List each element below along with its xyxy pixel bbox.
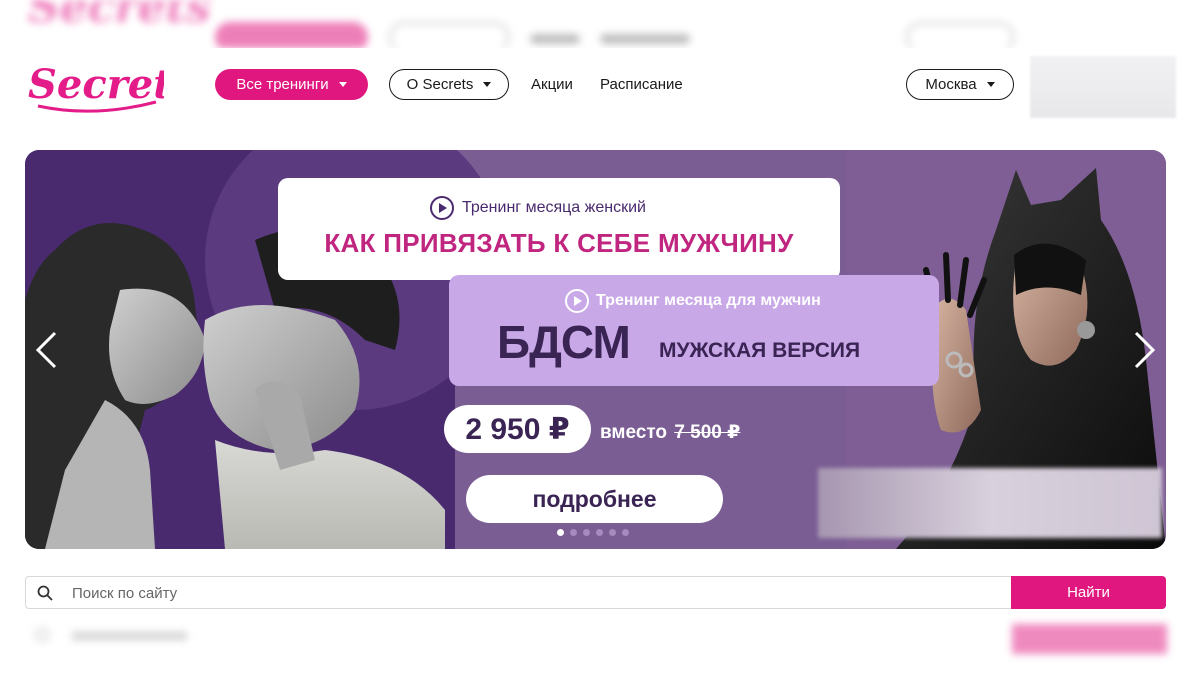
promos-link[interactable]: Акции — [531, 76, 573, 93]
blurred-area — [818, 468, 1162, 538]
women-training-title: КАК ПРИВЯЗАТЬ К СЕБЕ МУЖЧИНУ — [324, 228, 794, 258]
about-label: O Secrets — [406, 76, 474, 93]
chevron-right-icon[interactable] — [1132, 330, 1158, 370]
chevron-left-icon[interactable] — [33, 330, 59, 370]
instead-label: вместо — [600, 422, 668, 443]
women-training-subtitle: Тренинг месяца женский — [462, 199, 646, 216]
schedule-link[interactable]: Расписание — [600, 76, 683, 93]
caret-down-icon — [338, 82, 347, 87]
city-selector[interactable]: Москва — [906, 69, 1014, 100]
carousel-dot[interactable] — [557, 529, 564, 536]
blurred-footer-ghost — [0, 618, 1200, 675]
caret-down-icon — [483, 82, 492, 87]
men-training-small-title: МУЖСКАЯ ВЕРСИЯ — [659, 339, 861, 362]
search-icon — [37, 585, 53, 601]
old-price: 7 500 ₽ — [674, 422, 741, 443]
carousel-dots — [557, 529, 629, 536]
blurred-header-ghost: Secrets — [0, 0, 1200, 48]
all-trainings-dropdown[interactable]: Все тренинги — [215, 69, 368, 100]
search-button[interactable]: Найти — [1011, 576, 1166, 609]
old-price-text: вместо 7 500 ₽ — [600, 421, 740, 444]
carousel-dot[interactable] — [622, 529, 629, 536]
men-training-big-title: БДСМ — [497, 316, 631, 368]
carousel-dot[interactable] — [596, 529, 603, 536]
promo-banner-carousel[interactable]: Тренинг месяца женский КАК ПРИВЯЗАТЬ К С… — [25, 150, 1166, 549]
about-dropdown[interactable]: O Secrets — [389, 69, 509, 100]
secrets-logo[interactable]: Secrets — [24, 52, 164, 116]
site-header: Secrets Все тренинги O Secrets Акции Рас… — [0, 48, 1200, 120]
city-label: Москва — [925, 76, 977, 93]
carousel-dot[interactable] — [609, 529, 616, 536]
search-input[interactable] — [72, 581, 1002, 605]
play-icon — [430, 196, 454, 220]
carousel-dot[interactable] — [583, 529, 590, 536]
blurred-area — [1030, 56, 1176, 118]
men-training-card[interactable]: Тренинг месяца для мужчин БДСМ МУЖСКАЯ В… — [449, 275, 939, 386]
price-badge: 2 950 ₽ — [444, 405, 591, 453]
more-details-button[interactable]: подробнее — [466, 475, 723, 523]
play-icon — [565, 289, 589, 313]
caret-down-icon — [986, 82, 995, 87]
svg-text:Secrets: Secrets — [28, 61, 164, 108]
site-search: Найти — [25, 576, 1166, 609]
men-training-subtitle: Тренинг месяца для мужчин — [596, 292, 821, 309]
women-training-card[interactable]: Тренинг месяца женский КАК ПРИВЯЗАТЬ К С… — [278, 178, 840, 280]
all-trainings-label: Все тренинги — [236, 76, 329, 93]
carousel-dot[interactable] — [570, 529, 577, 536]
